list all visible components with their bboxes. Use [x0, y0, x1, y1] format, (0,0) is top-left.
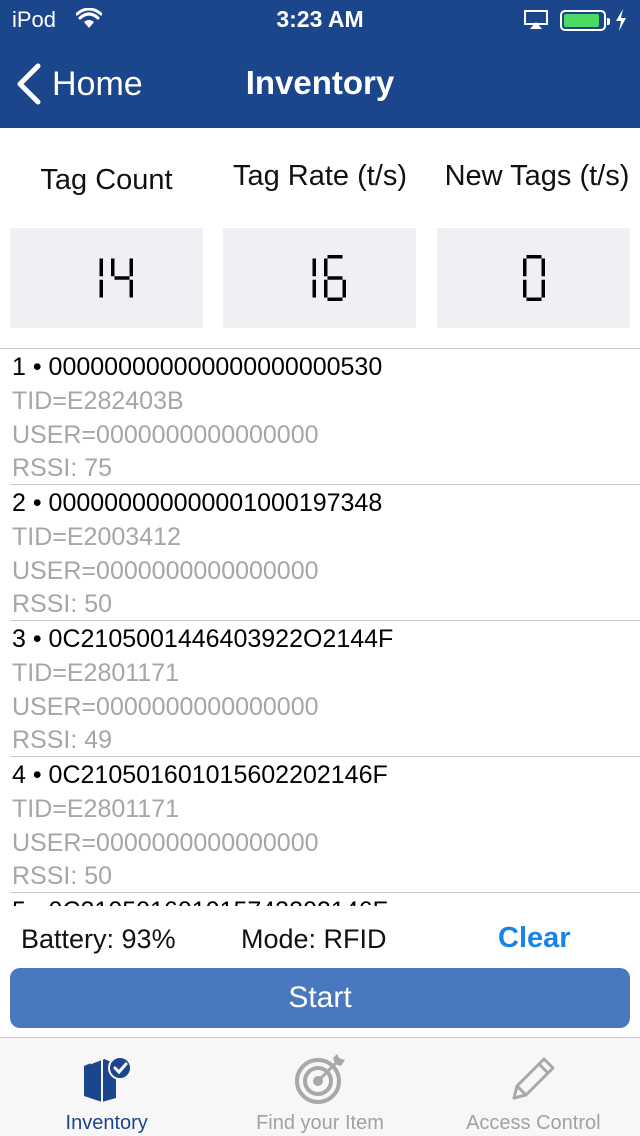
navigation-bar: Home Inventory: [0, 40, 640, 128]
tag-rate-display: [223, 228, 416, 328]
new-tags-value: [522, 255, 545, 301]
mode-status: Mode: RFID: [241, 924, 387, 954]
tag-tid: TID=E2801171: [12, 795, 180, 823]
digit-segment: [327, 297, 342, 301]
digit-segment: [129, 279, 133, 298]
pencil-icon: [512, 1057, 555, 1100]
tag-count-value: [99, 258, 133, 298]
status-bar: iPod 3:23 AM: [0, 0, 640, 40]
tag-rssi: RSSI: 50: [12, 590, 113, 618]
list-item[interactable]: 1 • 000000000000000000000530 TID=E282403…: [10, 349, 640, 485]
tag-list[interactable]: 1 • 000000000000000000000530 TID=E282403…: [0, 348, 640, 906]
list-item[interactable]: 5 • 0C210501601015743202146F: [10, 893, 640, 906]
top-bar: iPod 3:23 AM Home Inventory: [0, 0, 640, 128]
target-icon: [294, 1054, 345, 1104]
stat-label-tag-count: Tag Count: [40, 164, 173, 196]
digit-segment: [110, 258, 114, 277]
tag-epc: 2 • 000000000000001000197348: [12, 489, 383, 517]
digit-segment: [541, 279, 545, 298]
tag-user: USER=0000000000000000: [12, 693, 319, 721]
digit-segment: [99, 279, 103, 298]
tab-label: Find your Item: [256, 1112, 384, 1134]
list-item[interactable]: 3 • 0C2105001446403922O2144F TID=E280117…: [10, 621, 640, 757]
list-item[interactable]: 4 • 0C210501601015602202146F TID=E280117…: [10, 757, 640, 893]
digit-segment: [327, 276, 342, 280]
digit-segment: [526, 255, 541, 259]
digit-segment: [129, 258, 133, 277]
digit-segment: [327, 255, 342, 259]
tag-rssi: RSSI: 50: [12, 862, 113, 890]
tag-tid: TID=E2801171: [12, 659, 180, 687]
digit-segment: [342, 279, 346, 298]
digit-segment: [541, 258, 545, 277]
digit-segment: [323, 258, 327, 277]
digit-segment: [522, 258, 526, 277]
tag-tid: TID=E2003412: [12, 523, 181, 551]
digit-segment: [526, 297, 541, 301]
stat-label-new-tags: New Tags (t/s): [444, 160, 630, 192]
list-item[interactable]: 2 • 000000000000001000197348 TID=E200341…: [10, 485, 640, 621]
digit-segment: [522, 279, 526, 298]
tag-user: USER=0000000000000000: [12, 421, 319, 449]
tag-epc: 3 • 0C2105001446403922O2144F: [12, 625, 394, 653]
page-title: Inventory: [245, 64, 395, 101]
clear-button[interactable]: Clear: [498, 922, 571, 955]
tag-count-display: [10, 228, 203, 328]
tab-bar: Inventory Find your Item Access Control: [0, 1037, 640, 1136]
tab-label: Inventory: [65, 1112, 148, 1134]
digit-segment: [114, 276, 129, 280]
tag-rssi: RSSI: 49: [12, 726, 113, 754]
tag-epc: 5 • 0C210501601015743202146F: [12, 897, 388, 906]
stat-label-tag-rate: Tag Rate (t/s): [232, 160, 408, 192]
battery-icon: [560, 10, 610, 31]
tag-rssi: RSSI: 75: [12, 454, 113, 482]
tag-user: USER=0000000000000000: [12, 557, 319, 585]
tag-user: USER=0000000000000000: [12, 829, 319, 857]
inventory-box-icon: [83, 1054, 132, 1102]
tab-label: Access Control: [466, 1112, 601, 1134]
airplay-icon: [524, 10, 548, 29]
tag-tid: TID=E282403B: [12, 387, 184, 415]
tab-find-your-item[interactable]: Find your Item: [213, 1038, 426, 1136]
tag-epc: 1 • 000000000000000000000530: [12, 353, 383, 381]
digit-segment: [99, 258, 103, 277]
digit-segment: [323, 279, 327, 298]
tab-inventory[interactable]: Inventory: [0, 1038, 213, 1136]
battery-status: Battery: 93%: [21, 924, 176, 954]
charging-bolt-icon: [616, 9, 626, 31]
tag-rate-value: [312, 255, 346, 301]
digit-segment: [312, 258, 316, 277]
digit-segment: [312, 279, 316, 298]
tab-access-control[interactable]: Access Control: [427, 1038, 640, 1136]
tag-epc: 4 • 0C210501601015602202146F: [12, 761, 388, 789]
new-tags-display: [437, 228, 630, 328]
start-button[interactable]: Start: [10, 968, 630, 1028]
